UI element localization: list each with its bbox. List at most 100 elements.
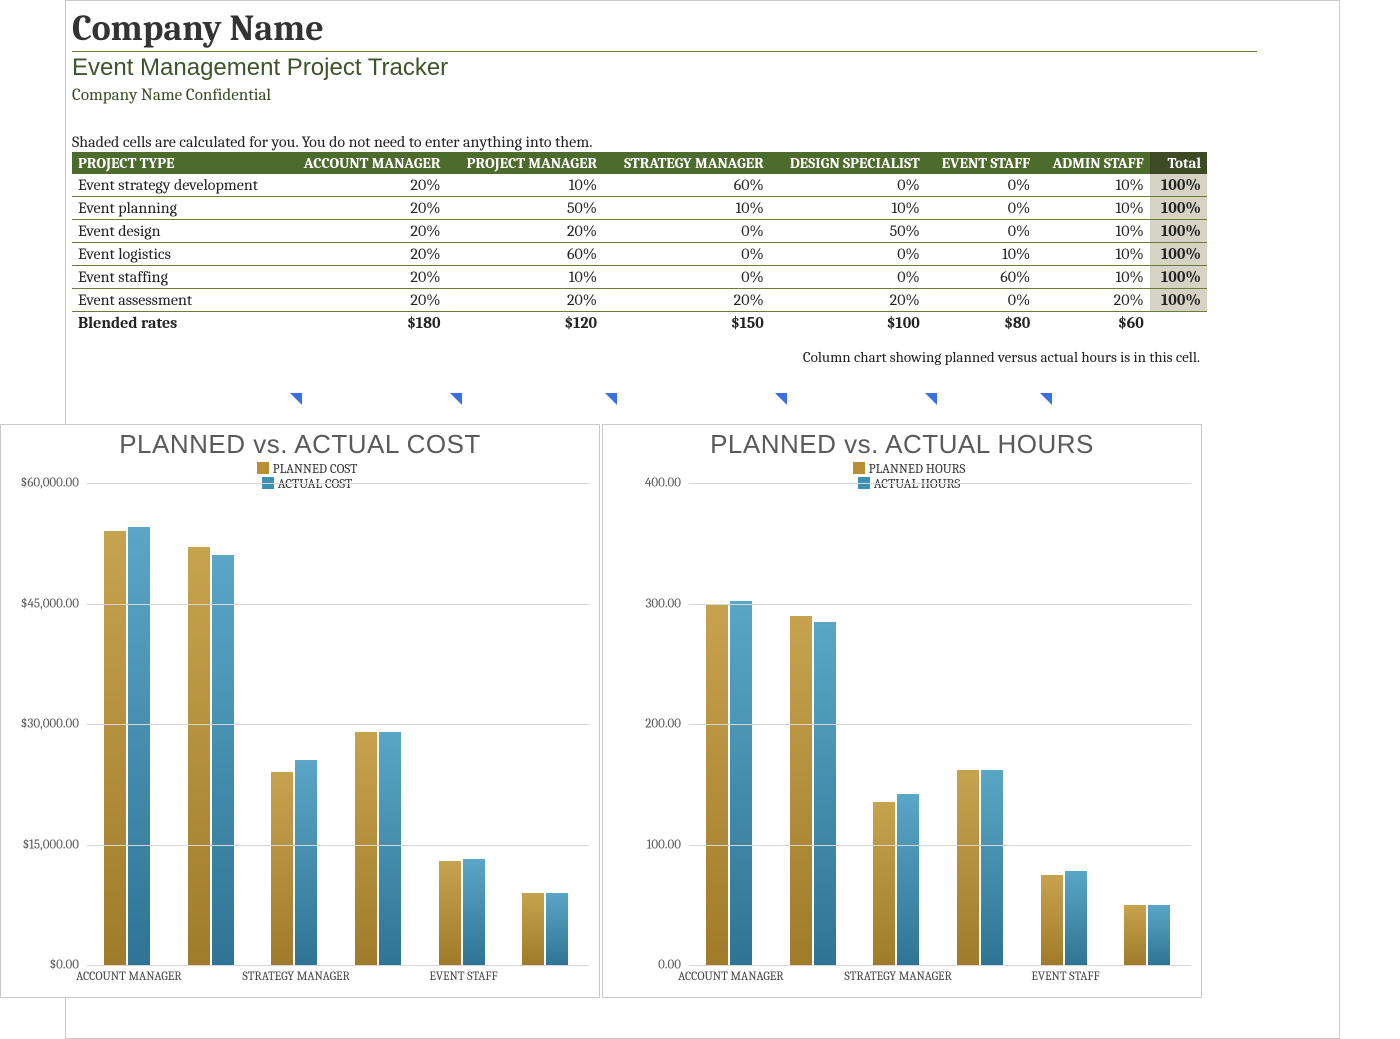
cell[interactable]: 60% (926, 266, 1037, 289)
cell[interactable]: $150 (603, 312, 770, 335)
table-row[interactable]: Event design20%20%0%50%0%10%100% (72, 220, 1207, 243)
cell[interactable]: 0% (770, 174, 926, 197)
row-label[interactable]: Blended rates (72, 312, 283, 335)
col-project-mgr[interactable]: PROJECT MANAGER (447, 152, 604, 174)
col-admin-staff[interactable]: ADMIN STAFF (1036, 152, 1150, 174)
cell[interactable]: 10% (447, 174, 604, 197)
allocation-table[interactable]: PROJECT TYPE ACCOUNT MANAGER PROJECT MAN… (72, 152, 1207, 334)
hours-chart[interactable]: PLANNED vs. ACTUAL HOURS PLANNED HOURS A… (602, 424, 1202, 998)
cell[interactable]: 20% (770, 289, 926, 312)
col-design-spec[interactable]: DESIGN SPECIALIST (770, 152, 926, 174)
cell[interactable]: 10% (1036, 243, 1150, 266)
bar-actual (379, 732, 401, 965)
comment-flag-icon[interactable] (925, 393, 937, 405)
cell[interactable]: $120 (447, 312, 604, 335)
cell[interactable]: 60% (603, 174, 770, 197)
table-row[interactable]: Event assessment20%20%20%20%0%20%100% (72, 289, 1207, 312)
company-name: Company Name (72, 8, 1257, 52)
cell[interactable]: 20% (283, 220, 446, 243)
bar-actual (295, 760, 317, 965)
y-tick-label: $45,000.00 (21, 596, 79, 611)
table-header-row: PROJECT TYPE ACCOUNT MANAGER PROJECT MAN… (72, 152, 1207, 174)
table-row[interactable]: Event logistics20%60%0%0%10%10%100% (72, 243, 1207, 266)
y-tick-label: 300.00 (645, 596, 681, 611)
comment-flag-icon[interactable] (1040, 393, 1052, 405)
cell[interactable]: 10% (1036, 174, 1150, 197)
table-row[interactable]: Event strategy development20%10%60%0%0%1… (72, 174, 1207, 197)
row-label[interactable]: Event design (72, 220, 283, 243)
cell[interactable]: 100% (1150, 174, 1207, 197)
blended-rates-row[interactable]: Blended rates$180$120$150$100$80$60 (72, 312, 1207, 335)
x-tick-label: STRATEGY MANAGER (242, 969, 349, 983)
cell[interactable]: 100% (1150, 243, 1207, 266)
cell[interactable]: 20% (447, 220, 604, 243)
col-total[interactable]: Total (1150, 152, 1207, 174)
cell[interactable]: 0% (926, 220, 1037, 243)
row-label[interactable]: Event strategy development (72, 174, 283, 197)
cell[interactable]: 20% (603, 289, 770, 312)
cell[interactable] (1150, 312, 1207, 335)
cell[interactable]: 10% (1036, 197, 1150, 220)
cell[interactable]: 10% (1036, 266, 1150, 289)
table-row[interactable]: Event planning20%50%10%10%0%10%100% (72, 197, 1207, 220)
cell[interactable]: 20% (1036, 289, 1150, 312)
cell[interactable]: $60 (1036, 312, 1150, 335)
row-label[interactable]: Event assessment (72, 289, 283, 312)
cell[interactable]: 10% (603, 197, 770, 220)
cell[interactable]: 0% (926, 289, 1037, 312)
cost-chart[interactable]: PLANNED vs. ACTUAL COST PLANNED COST ACT… (0, 424, 600, 998)
y-tick-label: 100.00 (647, 837, 681, 852)
comment-flag-icon[interactable] (605, 393, 617, 405)
table-row[interactable]: Event staffing20%10%0%0%60%10%100% (72, 266, 1207, 289)
cell[interactable]: $100 (770, 312, 926, 335)
bar-planned (1124, 905, 1146, 965)
legend-swatch-planned (853, 462, 865, 474)
cell[interactable]: 10% (770, 197, 926, 220)
cell[interactable]: 0% (770, 243, 926, 266)
cell[interactable]: 20% (283, 289, 446, 312)
cell[interactable]: 100% (1150, 266, 1207, 289)
hours-xaxis: ACCOUNT MANAGERSTRATEGY MANAGEREVENT STA… (689, 969, 1191, 991)
cell[interactable]: 0% (926, 197, 1037, 220)
cell[interactable]: 0% (770, 266, 926, 289)
comment-flag-icon[interactable] (290, 393, 302, 405)
cell[interactable]: 20% (283, 174, 446, 197)
cell[interactable]: 50% (447, 197, 604, 220)
bar-planned (104, 531, 126, 965)
cell[interactable]: 60% (447, 243, 604, 266)
row-label[interactable]: Event planning (72, 197, 283, 220)
col-project-type[interactable]: PROJECT TYPE (72, 152, 283, 174)
cell[interactable]: 100% (1150, 289, 1207, 312)
row-label[interactable]: Event staffing (72, 266, 283, 289)
x-tick-label: EVENT STAFF (1031, 969, 1099, 983)
col-strategy-mgr[interactable]: STRATEGY MANAGER (603, 152, 770, 174)
comment-flag-icon[interactable] (775, 393, 787, 405)
cell[interactable]: 10% (926, 243, 1037, 266)
cell[interactable]: 10% (1036, 220, 1150, 243)
cell[interactable]: 0% (926, 174, 1037, 197)
cell[interactable]: 100% (1150, 220, 1207, 243)
cost-yaxis: $0.00$15,000.00$30,000.00$45,000.00$60,0… (1, 483, 85, 965)
cell[interactable]: 20% (283, 266, 446, 289)
cell[interactable]: 10% (447, 266, 604, 289)
col-account-mgr[interactable]: ACCOUNT MANAGER (283, 152, 446, 174)
y-tick-label: 200.00 (645, 717, 681, 732)
cell[interactable]: 0% (603, 266, 770, 289)
cell[interactable]: 0% (603, 220, 770, 243)
cell[interactable]: 20% (283, 243, 446, 266)
cell[interactable]: 20% (283, 197, 446, 220)
cell[interactable]: $80 (926, 312, 1037, 335)
comment-flag-icon[interactable] (450, 393, 462, 405)
cell[interactable]: 0% (603, 243, 770, 266)
cell[interactable]: $180 (283, 312, 446, 335)
bar-planned (439, 861, 461, 965)
x-tick-label: EVENT STAFF (429, 969, 497, 983)
cell[interactable]: 100% (1150, 197, 1207, 220)
cell[interactable]: 20% (447, 289, 604, 312)
bar-actual (1148, 905, 1170, 965)
cell[interactable]: 50% (770, 220, 926, 243)
y-tick-label: $0.00 (50, 958, 79, 973)
col-event-staff[interactable]: EVENT STAFF (926, 152, 1037, 174)
cost-plot-area (87, 483, 589, 965)
row-label[interactable]: Event logistics (72, 243, 283, 266)
